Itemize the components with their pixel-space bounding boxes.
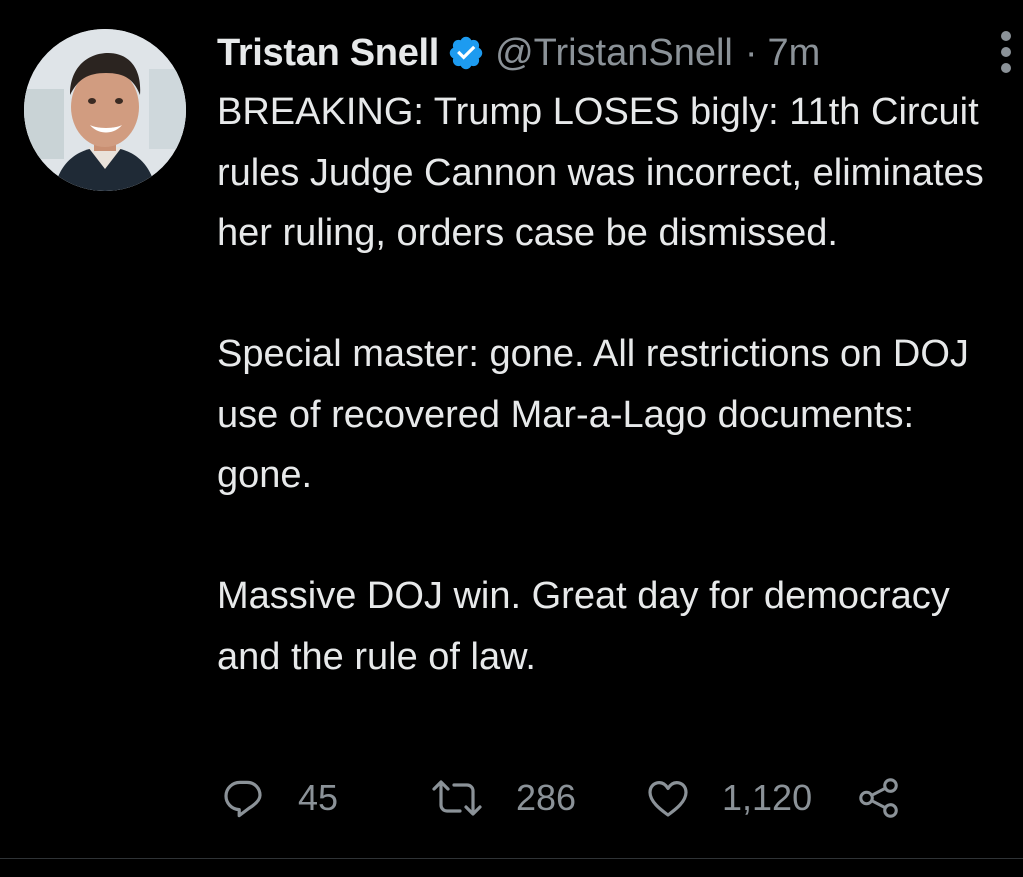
tweet-paragraph: BREAKING: Trump LOSES bigly: 11th Circui…	[217, 91, 984, 254]
separator-dot: ·	[744, 31, 758, 74]
retweet-icon	[432, 780, 482, 816]
avatar[interactable]	[24, 29, 186, 191]
tweet-paragraph: Massive DOJ win. Great day for democracy…	[217, 575, 950, 678]
share-icon	[859, 778, 898, 818]
tweet-actions: 45 286 1,120	[220, 772, 920, 824]
tweet-timestamp[interactable]: 7m	[768, 32, 821, 75]
retweet-count: 286	[516, 777, 577, 818]
tweet[interactable]: Tristan Snell @TristanSnell · 7m BREAKIN…	[0, 0, 1023, 858]
profile-photo	[24, 29, 186, 191]
retweet-button[interactable]: 286	[428, 772, 576, 824]
tweet-text: BREAKING: Trump LOSES bigly: 11th Circui…	[217, 82, 1017, 687]
tweet-header: Tristan Snell @TristanSnell · 7m	[217, 28, 820, 78]
verified-badge-icon	[447, 34, 485, 72]
more-vertical-icon[interactable]	[999, 30, 1013, 74]
share-button[interactable]	[856, 772, 902, 824]
like-button[interactable]: 1,120	[644, 772, 812, 824]
heart-icon	[648, 781, 688, 817]
divider	[0, 858, 1023, 859]
like-count: 1,120	[722, 777, 813, 818]
tweet-paragraph: Special master: gone. All restrictions o…	[217, 333, 969, 496]
reply-button[interactable]: 45	[220, 772, 338, 824]
display-name[interactable]: Tristan Snell	[217, 32, 439, 75]
author-handle[interactable]: @TristanSnell	[495, 32, 733, 75]
reply-icon	[224, 780, 262, 818]
reply-count: 45	[298, 777, 339, 818]
